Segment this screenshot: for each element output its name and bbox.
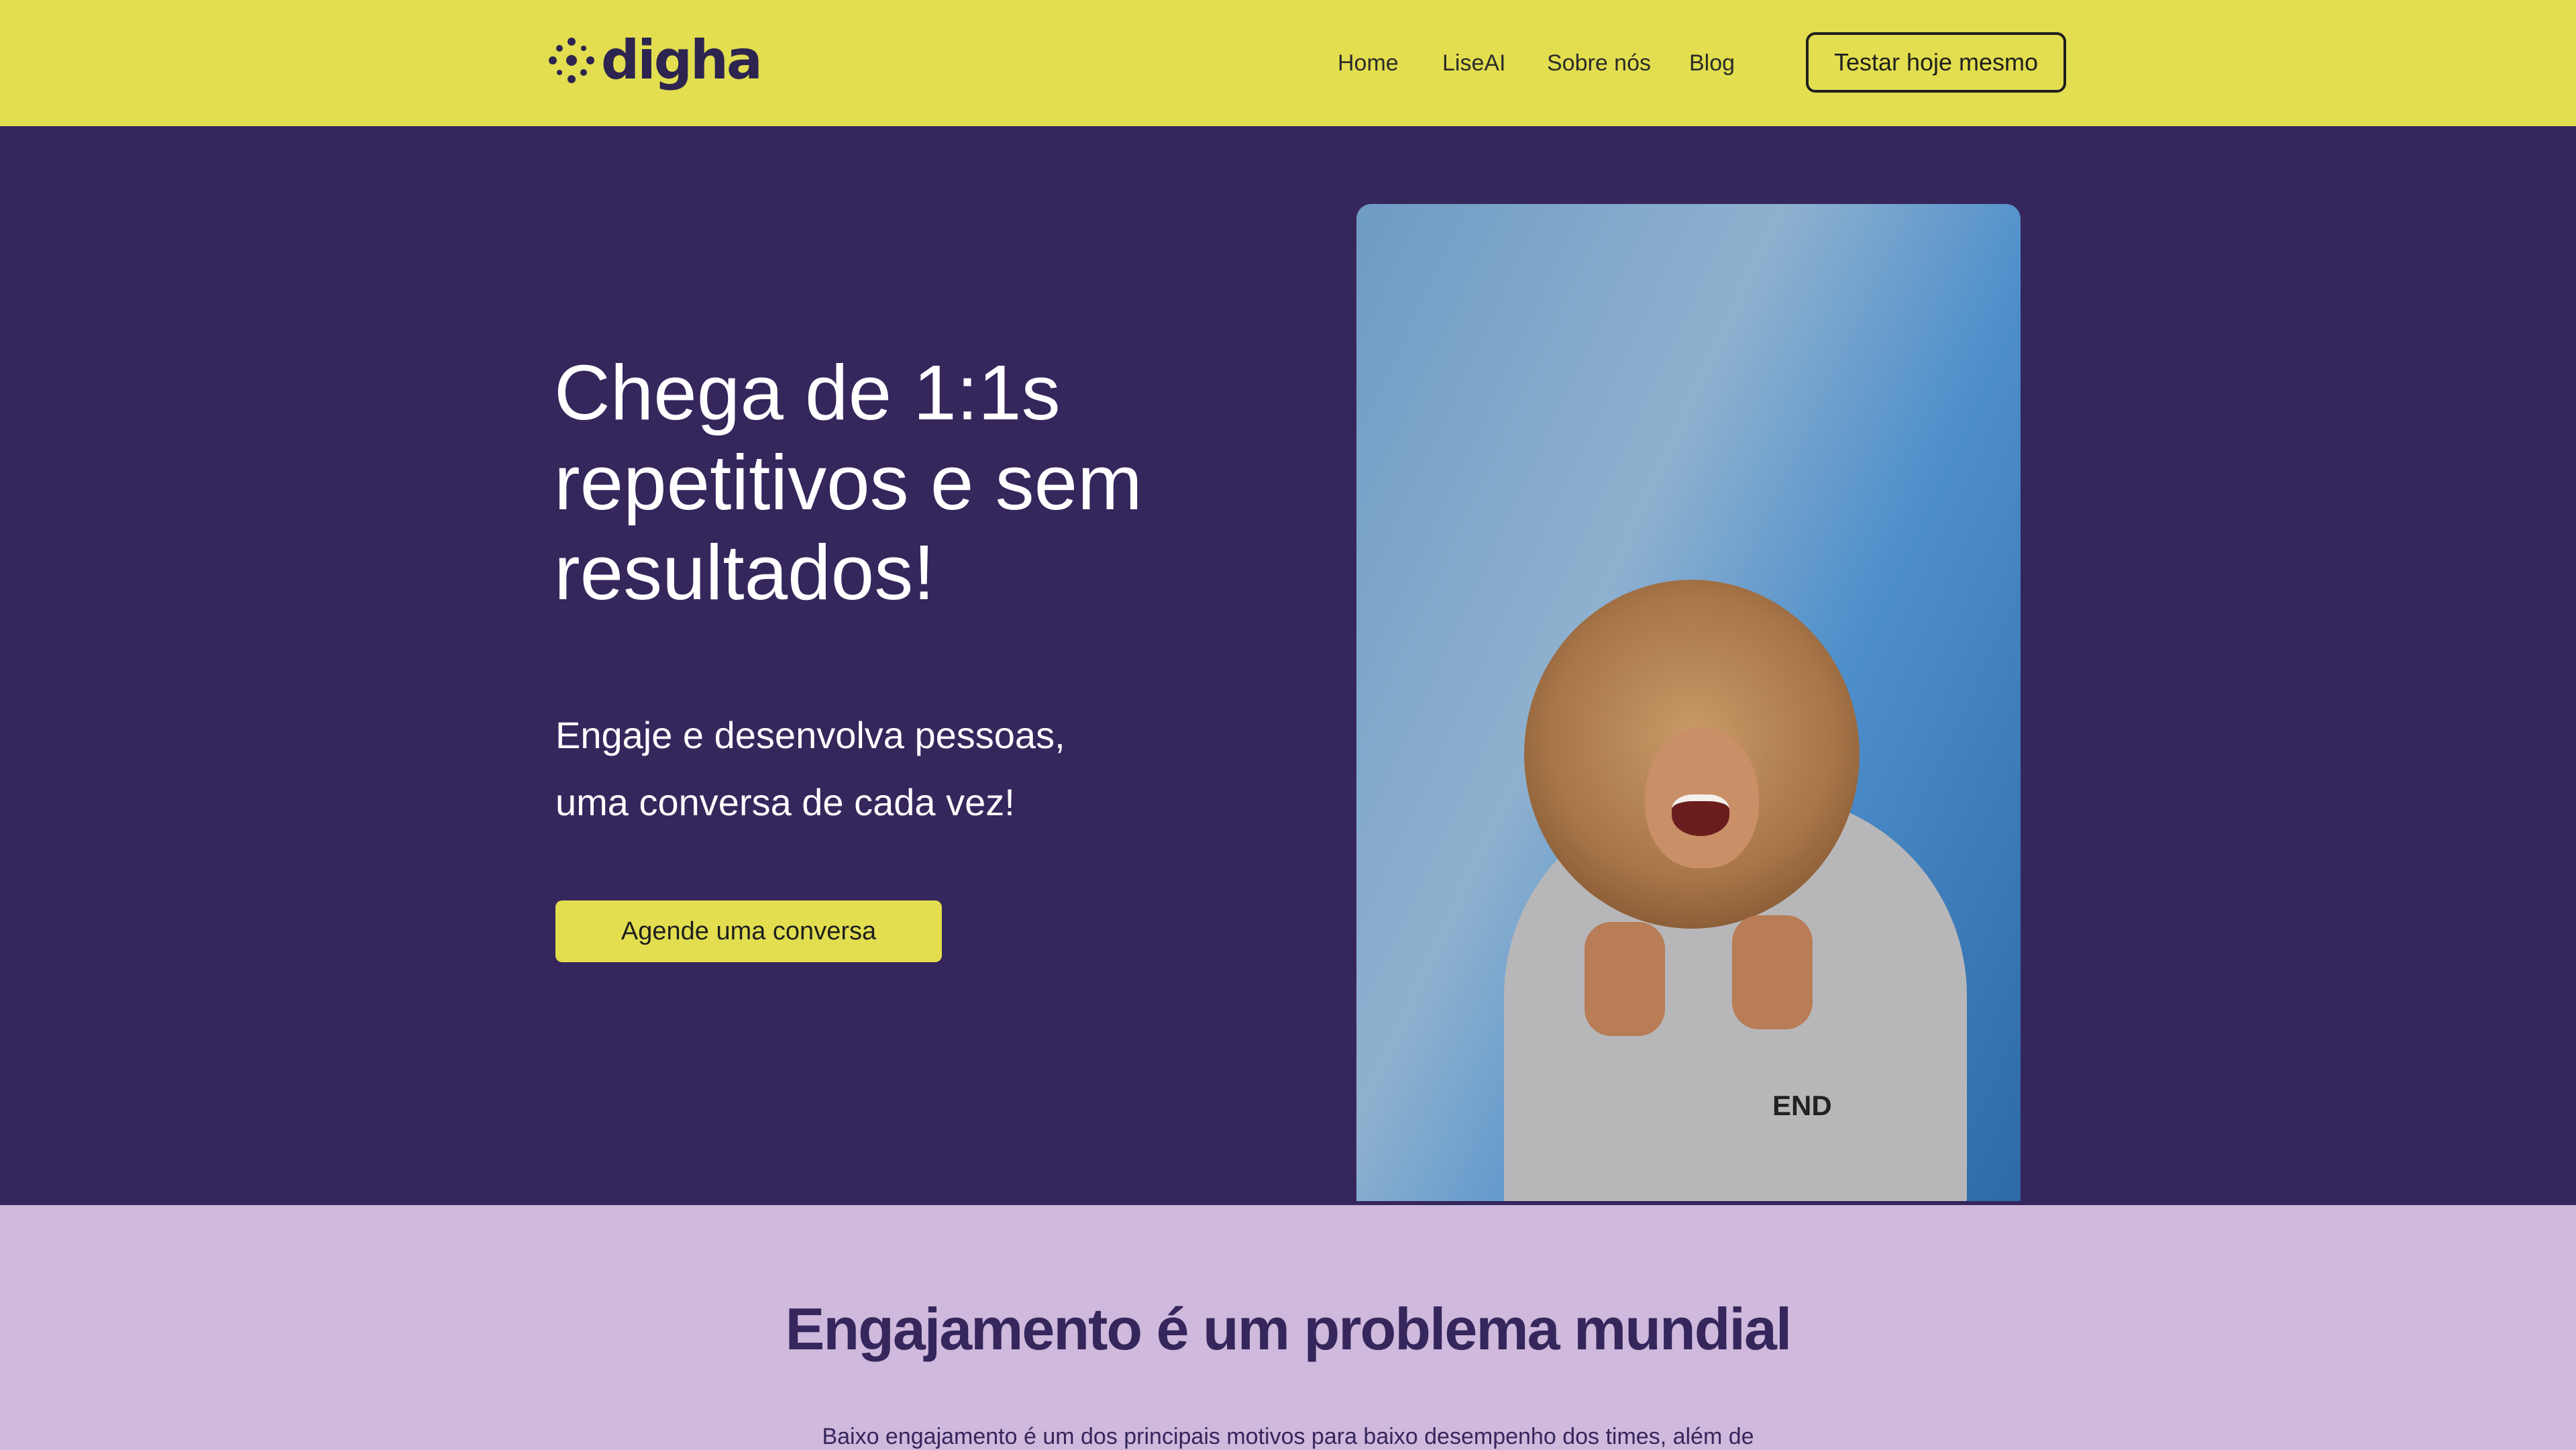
nav-link-home[interactable]: Home — [1338, 47, 1399, 79]
photo-left-hand — [1585, 922, 1665, 1036]
hero-title-line: Chega de 1:1s — [554, 349, 1061, 436]
try-now-button[interactable]: Testar hoje mesmo — [1806, 32, 2066, 93]
problem-section-title: Engajamento é um problema mundial — [785, 1296, 1792, 1362]
problem-section-text: Baixo engajamento é um dos principais mo… — [822, 1424, 1754, 1449]
hero-photo: END — [1356, 204, 2021, 1201]
digha-logo-icon — [549, 38, 594, 83]
hero-title-line: repetitivos e sem — [554, 439, 1142, 526]
photo-mouth — [1672, 794, 1729, 836]
top-navbar: digha Home LiseAI Sobre nós Blog Testar … — [0, 0, 2576, 126]
nav-link-blog[interactable]: Blog — [1689, 47, 1735, 79]
nav-link-sobre-nos[interactable]: Sobre nós — [1547, 47, 1651, 79]
photo-shirt-text: END — [1772, 1090, 1832, 1121]
schedule-conversation-button[interactable]: Agende uma conversa — [555, 900, 942, 962]
hero-title-line: resultados! — [554, 529, 935, 616]
hero-subtitle: Engaje e desenvolva pessoas, uma convers… — [555, 702, 1226, 836]
brand-logo[interactable]: digha — [545, 29, 763, 91]
hero-section: Chega de 1:1s repetitivos e sem resultad… — [0, 126, 2576, 1205]
photo-right-hand — [1732, 915, 1813, 1029]
hero-title: Chega de 1:1s repetitivos e sem resultad… — [554, 348, 1292, 617]
brand-name: digha — [601, 29, 763, 91]
nav-link-liseai[interactable]: LiseAI — [1442, 47, 1506, 79]
hero-subtitle-line: uma conversa de cada vez! — [555, 781, 1015, 823]
hero-subtitle-line: Engaje e desenvolva pessoas, — [555, 714, 1065, 756]
